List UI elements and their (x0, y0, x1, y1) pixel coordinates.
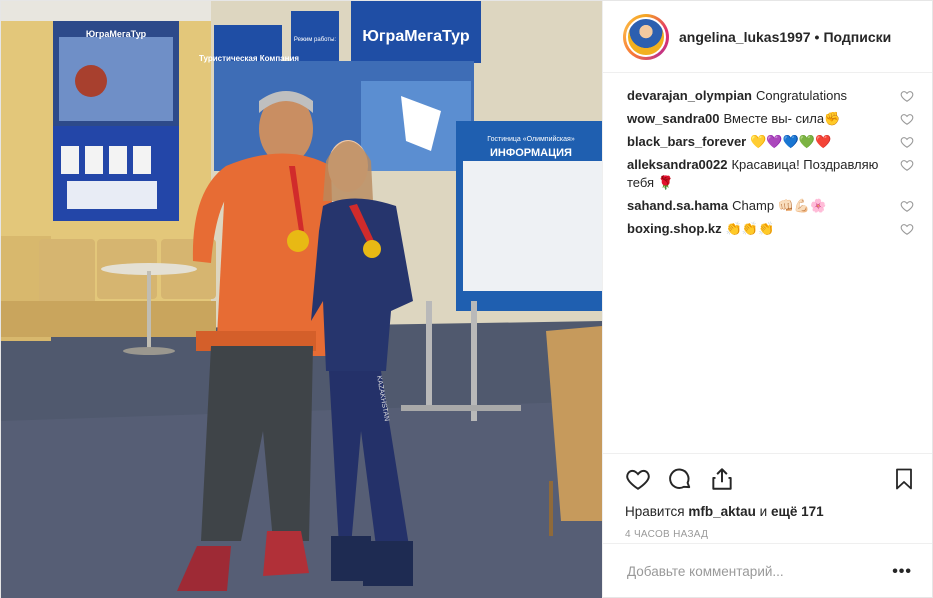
like-comment-heart-icon[interactable] (900, 199, 914, 213)
comment-text: Congratulations (756, 88, 848, 103)
comment-username[interactable]: boxing.shop.kz (627, 221, 722, 236)
comment-emoji: 🌹 (657, 175, 674, 190)
comment-body: wow_sandra00 Вместе вы- сила✊ (627, 110, 900, 128)
svg-text:ЮграМегаТур: ЮграМегаТур (362, 28, 469, 45)
comment-emoji: 👊🏻💪🏻🌸 (777, 198, 827, 213)
comment-item: sahand.sa.hama Champ 👊🏻💪🏻🌸 (627, 197, 914, 215)
post-actions: Нравится mfb_aktau и ещё 171 4 часов наз… (603, 453, 932, 540)
share-icon[interactable] (709, 466, 735, 492)
comments-list: devarajan_olympian Congratulations wow_sa… (627, 87, 914, 243)
comment-body: alleksandra0022 Красавица! Поздравляю теб… (627, 156, 900, 192)
add-comment-input[interactable]: Добавьте комментарий... (627, 564, 892, 579)
post-window: KAZAKHSTAN ЮграМегаТур ЮграМегаТур Турис… (0, 0, 933, 598)
comment-username[interactable]: devarajan_olympian (627, 88, 752, 103)
comment-emoji: ✊ (824, 111, 841, 126)
comment-username[interactable]: black_bars_forever (627, 134, 746, 149)
svg-text:Туристическая Компания: Туристическая Компания (199, 54, 299, 63)
avatar-image (626, 16, 666, 57)
likes-mid: и (759, 504, 768, 519)
svg-text:Гостиница «Олимпийская»: Гостиница «Олимпийская» (487, 135, 575, 143)
comment-item: wow_sandra00 Вместе вы- сила✊ (627, 110, 914, 128)
like-comment-heart-icon[interactable] (900, 158, 914, 172)
comment-text: Вместе вы- сила (723, 111, 825, 126)
add-comment-bar: Добавьте комментарий... ••• (603, 543, 932, 598)
photo-illustration: KAZAKHSTAN ЮграМегаТур ЮграМегаТур Турис… (1, 1, 602, 598)
comment-bubble-icon[interactable] (667, 466, 693, 492)
comment-body: black_bars_forever 💛💜💙💚❤️ (627, 133, 900, 151)
more-options-button[interactable]: ••• (892, 563, 912, 581)
comment-username[interactable]: wow_sandra00 (627, 111, 720, 126)
post-header: angelina_lukas1997 • Подписки (603, 1, 932, 73)
action-icons (625, 464, 916, 494)
comment-text: Champ (732, 198, 775, 213)
comment-item: boxing.shop.kz 👏👏👏 (627, 220, 914, 238)
post-username[interactable]: angelina_lukas1997 (679, 29, 811, 45)
likes-summary: Нравится mfb_aktau и ещё 171 (625, 504, 916, 519)
follow-button[interactable]: Подписки (823, 29, 891, 45)
svg-text:ИНФОРМАЦИЯ: ИНФОРМАЦИЯ (490, 147, 572, 159)
svg-text:ЮграМегаТур: ЮграМегаТур (86, 29, 147, 39)
like-comment-heart-icon[interactable] (900, 222, 914, 236)
comment-username[interactable]: sahand.sa.hama (627, 198, 728, 213)
comment-item: devarajan_olympian Congratulations (627, 87, 914, 105)
like-comment-heart-icon[interactable] (900, 135, 914, 149)
comment-body: boxing.shop.kz 👏👏👏 (627, 220, 900, 238)
like-heart-icon[interactable] (625, 466, 651, 492)
post-timestamp[interactable]: 4 часов назад (625, 529, 916, 540)
header-separator: • (814, 28, 820, 45)
comment-item: alleksandra0022 Красавица! Поздравляю теб… (627, 156, 914, 192)
bookmark-icon[interactable] (892, 466, 916, 492)
likes-prefix: Нравится (625, 504, 685, 519)
comment-username[interactable]: alleksandra0022 (627, 157, 727, 172)
post-sidebar: angelina_lukas1997 • Подписки devarajan_… (602, 1, 932, 598)
likes-user-link[interactable]: mfb_aktau (688, 504, 756, 519)
comment-item: black_bars_forever 💛💜💙💚❤️ (627, 133, 914, 151)
comment-body: devarajan_olympian Congratulations (627, 87, 900, 105)
likes-count-link[interactable]: ещё 171 (771, 504, 824, 519)
svg-text:Режим работы:: Режим работы: (294, 37, 337, 43)
comment-body: sahand.sa.hama Champ 👊🏻💪🏻🌸 (627, 197, 900, 215)
post-photo[interactable]: KAZAKHSTAN ЮграМегаТур ЮграМегаТур Турис… (1, 1, 602, 598)
comment-emoji: 👏👏👏 (725, 221, 775, 236)
comment-emoji: 💛💜💙💚❤️ (750, 134, 832, 149)
avatar[interactable] (623, 13, 669, 60)
like-comment-heart-icon[interactable] (900, 112, 914, 126)
like-comment-heart-icon[interactable] (900, 89, 914, 103)
